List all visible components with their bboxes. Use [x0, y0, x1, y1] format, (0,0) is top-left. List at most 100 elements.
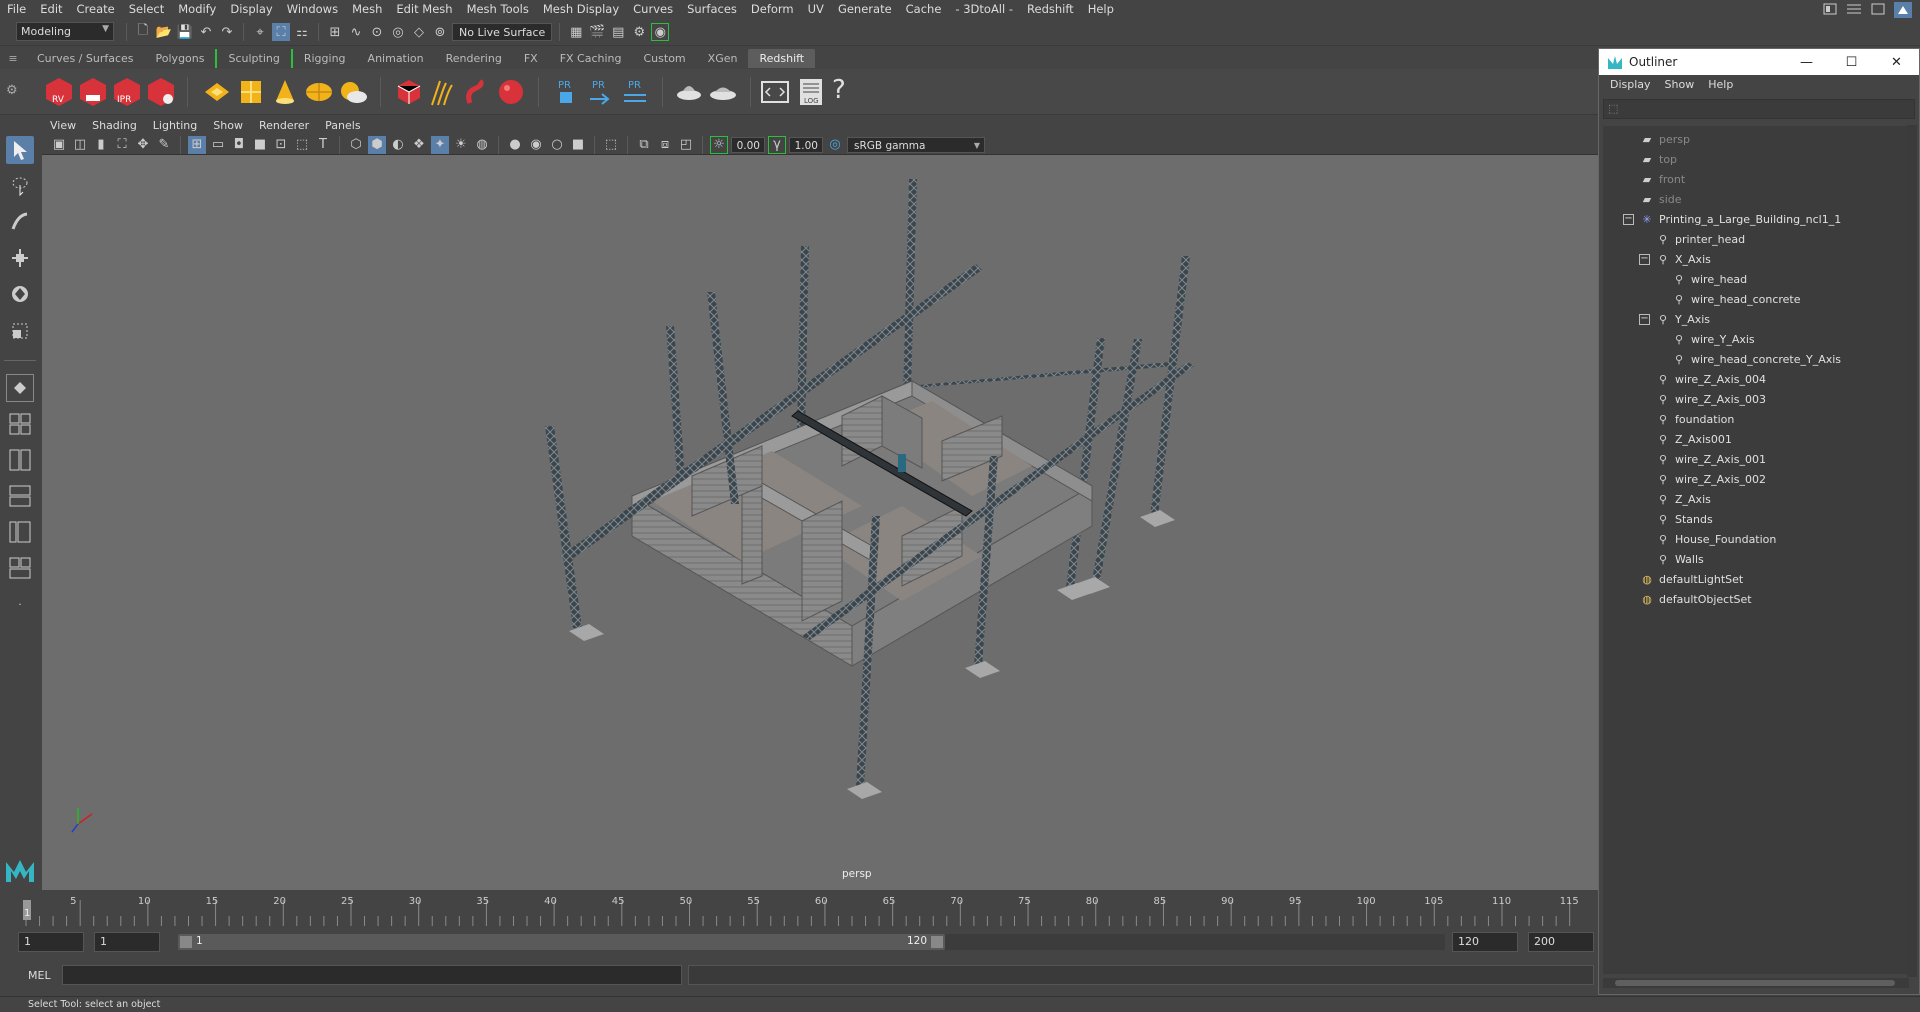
outliner-item[interactable]: ⚲ Walls: [1655, 550, 1704, 570]
screen-space-ao-icon[interactable]: ◍: [473, 136, 491, 154]
panel-layout-icon[interactable]: [1846, 2, 1862, 16]
outliner-layout-icon[interactable]: [6, 554, 34, 582]
menu-display[interactable]: Display: [223, 0, 279, 18]
gamma-icon[interactable]: γ: [768, 135, 786, 154]
menu-cache[interactable]: Cache: [899, 0, 949, 18]
outliner-item[interactable]: ✳ Printing_a_Large_Building_ncl1_1: [1639, 210, 1841, 230]
collapse-toggle[interactable]: −: [1623, 214, 1634, 225]
outliner-item[interactable]: ⚲ House_Foundation: [1655, 530, 1776, 550]
horizontal-scrollbar[interactable]: [1603, 978, 1909, 988]
select-component-icon[interactable]: ⚏: [293, 23, 311, 41]
field-chart-icon[interactable]: ⊡: [272, 136, 290, 154]
close-icon[interactable]: ✕: [1874, 49, 1919, 75]
menu-surfaces[interactable]: Surfaces: [680, 0, 744, 18]
shelf-tab-xgen[interactable]: XGen: [697, 49, 749, 68]
menu-generate[interactable]: Generate: [831, 0, 899, 18]
menu-help[interactable]: Help: [1081, 0, 1121, 18]
snap-curve-icon[interactable]: ∿: [347, 23, 365, 41]
exposure-icon[interactable]: ☼: [710, 135, 728, 154]
menu-deform[interactable]: Deform: [744, 0, 801, 18]
shelf-tab-fx-caching[interactable]: FX Caching: [549, 49, 633, 68]
shelf-menu-icon[interactable]: ≡: [0, 52, 26, 65]
select-hierarchy-icon[interactable]: ⌖: [251, 23, 269, 41]
outliner-item[interactable]: ⚲ wire_Z_Axis_002: [1655, 470, 1766, 490]
isolate-select-icon[interactable]: ■: [569, 136, 587, 154]
redshift-material-icon[interactable]: [674, 77, 704, 107]
menu-edit[interactable]: Edit: [33, 0, 69, 18]
snap-surface-icon[interactable]: ◇: [410, 23, 428, 41]
mel-label[interactable]: MEL: [28, 969, 51, 982]
image-plane-icon[interactable]: ⛶: [113, 136, 131, 154]
redshift-dome-light-icon[interactable]: [304, 77, 334, 107]
menu-curves[interactable]: Curves: [626, 0, 680, 18]
redshift-sun-light-icon[interactable]: [338, 77, 368, 107]
lasso-tool-icon[interactable]: [6, 172, 34, 200]
outliner-search-field[interactable]: ⬚: [1603, 99, 1915, 119]
redshift-pr-export-icon[interactable]: PR: [586, 77, 616, 107]
viewport-menu-show[interactable]: Show: [205, 116, 251, 135]
viewport-menu-renderer[interactable]: Renderer: [251, 116, 317, 135]
select-object-icon[interactable]: ⛶: [272, 23, 290, 41]
persp-outliner-layout-icon[interactable]: [6, 518, 34, 546]
range-slider[interactable]: 1 120: [178, 934, 945, 950]
outliner-item[interactable]: ▰ persp: [1639, 130, 1690, 150]
playback-start-field[interactable]: 1: [94, 932, 160, 952]
menu-file[interactable]: File: [0, 0, 33, 18]
redshift-volume-icon[interactable]: [462, 77, 492, 107]
outliner-item[interactable]: ⚲ Z_Axis: [1655, 490, 1711, 510]
maximize-icon[interactable]: ☐: [1829, 49, 1874, 75]
snap-point-icon[interactable]: ⊙: [368, 23, 386, 41]
outliner-menu-show[interactable]: Show: [1658, 75, 1702, 95]
redshift-material-bowl-icon[interactable]: [708, 77, 738, 107]
shelf-tab-fx[interactable]: FX: [513, 49, 549, 68]
minimize-icon[interactable]: —: [1784, 49, 1829, 75]
snap-live-icon[interactable]: ⊚: [431, 23, 449, 41]
scene-render[interactable]: [42, 156, 1598, 890]
live-surface-field[interactable]: No Live Surface: [452, 23, 553, 41]
bookmark-icon[interactable]: ▮: [92, 136, 110, 154]
render-frame-icon[interactable]: 🎬: [588, 23, 606, 41]
four-view-layout-icon[interactable]: [6, 410, 34, 438]
menu-select[interactable]: Select: [122, 0, 171, 18]
menu-create[interactable]: Create: [70, 0, 122, 18]
exposure-field[interactable]: 0.00: [731, 136, 765, 153]
grid-toggle-icon[interactable]: ⊞: [188, 135, 206, 154]
resolution-gate-icon[interactable]: ◘: [230, 136, 248, 154]
outliner-item[interactable]: ◍ defaultObjectSet: [1639, 590, 1751, 610]
redo-icon[interactable]: ↷: [218, 23, 236, 41]
scale-tool-icon[interactable]: [6, 316, 34, 344]
redshift-rect-light-icon[interactable]: [202, 77, 232, 107]
film-gate-icon[interactable]: ▭: [209, 136, 227, 154]
view-transform-dropdown[interactable]: sRGB gamma ▼: [847, 136, 985, 153]
shelf-tab-curves-surfaces[interactable]: Curves / Surfaces: [26, 49, 145, 68]
menu-redshift[interactable]: Redshift: [1020, 0, 1081, 18]
persp-viewport[interactable]: View Shading Lighting Show Renderer Panels ▣ …: [42, 116, 1598, 890]
paint-select-tool-icon[interactable]: [6, 208, 34, 236]
mode-dropdown[interactable]: Modeling ▼: [16, 22, 114, 41]
outliner-menu-display[interactable]: Display: [1603, 75, 1658, 95]
xray-joints-icon[interactable]: ⧉: [635, 136, 653, 154]
gate-mask-icon[interactable]: ■: [251, 136, 269, 154]
menu-edit-mesh[interactable]: Edit Mesh: [389, 0, 459, 18]
undo-icon[interactable]: ↶: [197, 23, 215, 41]
motion-blur-icon[interactable]: ●: [506, 136, 524, 154]
render-view-icon[interactable]: ▦: [567, 23, 585, 41]
menu-mesh-display[interactable]: Mesh Display: [536, 0, 626, 18]
command-input[interactable]: [62, 965, 682, 985]
redshift-area-light-icon[interactable]: [236, 77, 266, 107]
outliner-item[interactable]: ⚲ wire_Z_Axis_003: [1655, 390, 1766, 410]
outliner-item[interactable]: ⚲ wire_Z_Axis_004: [1655, 370, 1766, 390]
range-end-handle[interactable]: [931, 936, 943, 948]
shelf-tab-rigging[interactable]: Rigging: [290, 48, 357, 68]
menu-uv[interactable]: UV: [801, 0, 831, 18]
attribute-editor-icon[interactable]: [1894, 2, 1912, 18]
menu-mesh[interactable]: Mesh: [345, 0, 389, 18]
anti-aliasing-icon[interactable]: ◉: [527, 136, 545, 154]
redshift-hair-icon[interactable]: [428, 77, 458, 107]
shelf-tab-sculpting[interactable]: Sculpting: [215, 48, 290, 68]
new-scene-icon[interactable]: 🗋: [134, 23, 152, 41]
backface-culling-icon[interactable]: ◰: [677, 136, 695, 154]
two-d-pan-icon[interactable]: ✥: [134, 136, 152, 154]
playback-end-field[interactable]: 120: [1452, 932, 1518, 952]
outliner-item[interactable]: ⚲ Stands: [1655, 510, 1713, 530]
